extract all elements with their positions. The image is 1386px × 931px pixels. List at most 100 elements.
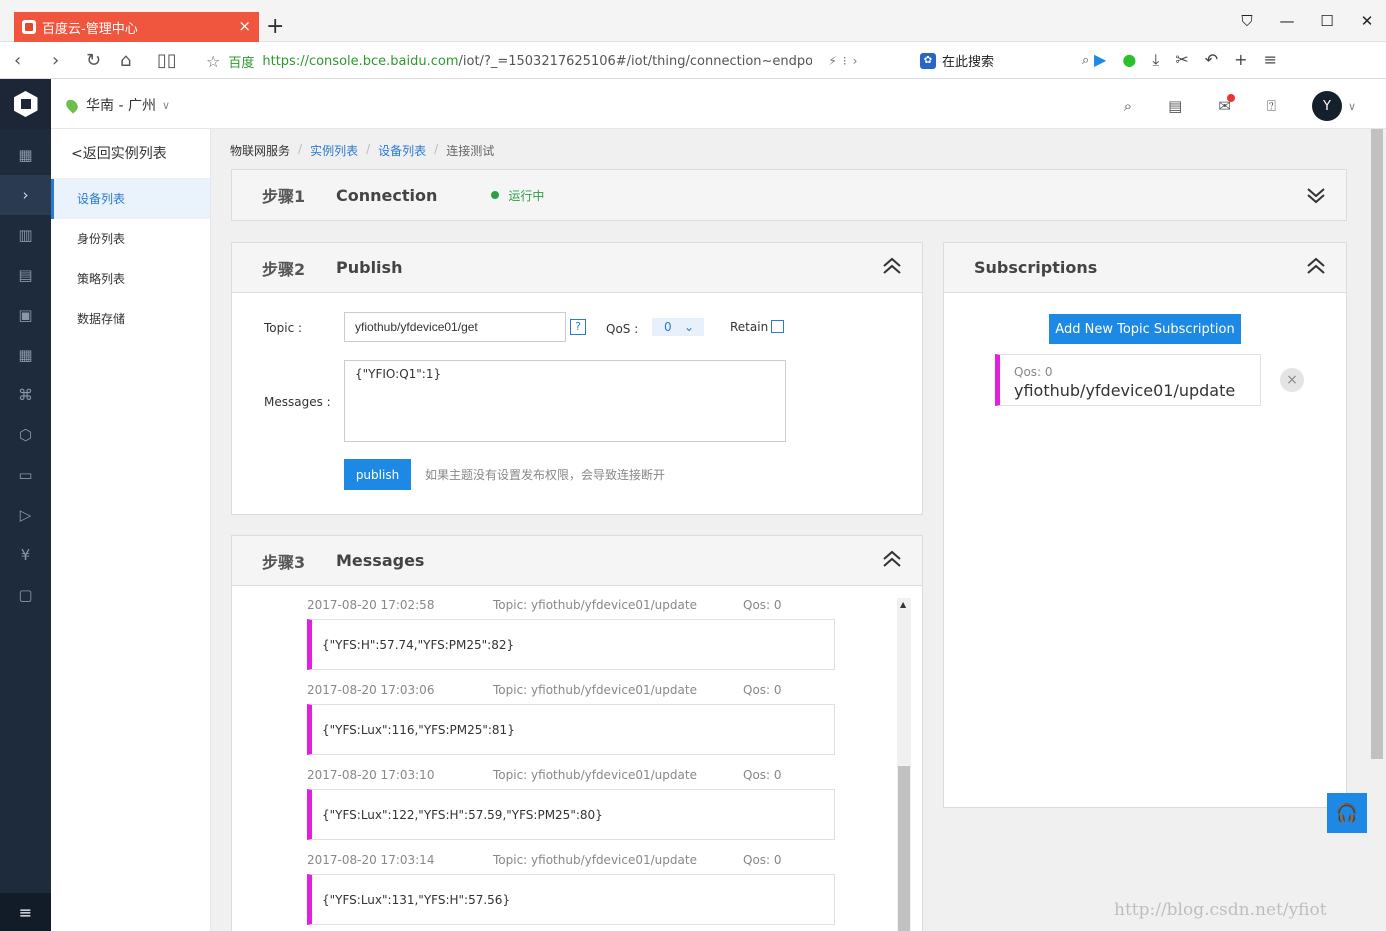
message-textarea[interactable]: {"YFIO:Q1":1} — [344, 360, 786, 442]
message-qos: Qos: 0 — [743, 683, 782, 697]
home-icon[interactable]: ⌂ — [120, 50, 131, 71]
message-payload: {"YFS:H":57.74,"YFS:PM25":82} — [307, 619, 835, 670]
browser-tab[interactable]: 百度云-管理中心 × — [14, 12, 259, 42]
breadcrumb-devices-link[interactable]: 设备列表 — [378, 142, 426, 159]
wechat-icon[interactable]: ● — [1122, 50, 1136, 70]
status-dot — [491, 191, 500, 199]
minimize-icon[interactable]: — — [1278, 12, 1296, 30]
publish-panel-header[interactable]: 步骤2 Publish — [232, 243, 922, 293]
step-number: 步骤2 — [262, 259, 306, 279]
page-scrollbar[interactable] — [1368, 129, 1386, 931]
undo-icon[interactable]: ↶ — [1205, 50, 1218, 70]
product-sidebar: ▦ › ▥ ▤ ▣ ▦ ⌘ ⬡ ▭ ▷ ¥ ▢ ≡ — [0, 79, 51, 931]
download-icon[interactable]: ⤓ — [1152, 50, 1159, 70]
breadcrumb-instances-link[interactable]: 实例列表 — [310, 142, 358, 159]
browser-toolbar: ▶ ● ⤓ ✂ ↶ + ≡ — [1094, 50, 1277, 70]
forward-icon[interactable]: › — [52, 50, 59, 71]
back-icon[interactable]: ‹ — [14, 50, 21, 71]
search-icon[interactable]: ⌕ — [1124, 97, 1132, 115]
topic-label: Topic : — [264, 321, 303, 335]
scroll-up-icon[interactable]: ▲ — [900, 600, 906, 609]
messages-title: Messages — [336, 551, 425, 570]
retain-checkbox[interactable] — [771, 320, 784, 333]
box-icon[interactable]: ▢ — [0, 575, 51, 615]
message-meta: 2017-08-20 17:02:58 Topic: yfiothub/yfde… — [307, 598, 782, 612]
chevron-down-icon: ⌄ — [683, 320, 694, 334]
yen-icon[interactable]: ¥ — [0, 535, 51, 575]
frame-icon[interactable]: ▣ — [0, 295, 51, 335]
remove-subscription-icon[interactable]: × — [1280, 368, 1304, 392]
url-tools-icon[interactable]: ⚡⁝› — [828, 54, 863, 68]
skin-icon[interactable]: ⛉ — [1238, 12, 1256, 30]
subscriptions-panel: Subscriptions Add New Topic Subscription… — [943, 242, 1347, 808]
expand-chevron-icon[interactable] — [1306, 185, 1326, 205]
user-menu[interactable]: Y ∨ — [1311, 91, 1356, 121]
qos-select[interactable]: 0 ⌄ — [652, 318, 704, 336]
message-payload: {"YFS:Lux":131,"YFS:H":57.56} — [307, 874, 835, 925]
cube-icon[interactable]: ⬡ — [0, 415, 51, 455]
collapse-chevron-icon[interactable] — [1306, 257, 1326, 277]
expand-icon[interactable]: › — [0, 175, 51, 215]
search-icon[interactable]: ⌕ — [1082, 53, 1089, 68]
scrollbar-thumb[interactable] — [898, 766, 910, 931]
reader-icon[interactable]: ▯▯ — [157, 50, 177, 71]
close-window-icon[interactable]: ✕ — [1358, 12, 1376, 30]
qos-value: 0 — [664, 320, 672, 334]
menu-icon[interactable]: ≡ — [1264, 50, 1277, 70]
document-icon[interactable]: ▤ — [0, 255, 51, 295]
scissors-icon[interactable]: ✂ — [1175, 50, 1188, 70]
help-doc-icon[interactable]: ⍰ — [1267, 97, 1276, 115]
customer-service-headset-icon[interactable]: 🎧 — [1327, 793, 1367, 833]
camera-icon[interactable]: ▭ — [0, 455, 51, 495]
notification-dot — [1226, 94, 1235, 102]
region-selector[interactable]: 华南 - 广州 ∨ — [63, 95, 170, 115]
topic-input[interactable] — [344, 312, 566, 342]
collapse-chevron-icon[interactable] — [882, 550, 902, 570]
command-icon[interactable]: ⌘ — [0, 375, 51, 415]
browser-addressbar: ‹ › ↻ ⌂ ▯▯ ☆ 百度 https://console.bce.baid… — [0, 42, 1386, 79]
subnav-item-identities[interactable]: 身份列表 — [51, 219, 210, 259]
url-text[interactable]: https://console.bce.baidu.com/iot/?_=150… — [262, 54, 812, 69]
add-icon[interactable]: + — [1234, 50, 1247, 70]
new-tab-button[interactable]: + — [266, 14, 284, 40]
bookmark-star-icon[interactable]: ☆ — [206, 52, 220, 71]
play-icon[interactable]: ▷ — [0, 495, 51, 535]
url-bar[interactable]: ☆ 百度 https://console.bce.baidu.com/iot/?… — [206, 49, 906, 73]
messages-panel-header[interactable]: 步骤3 Messages — [232, 536, 922, 586]
subnav-item-storage[interactable]: 数据存储 — [51, 299, 210, 339]
header-icons: ⌕ ▤ ✉ ⍰ Y ∨ — [1124, 91, 1356, 121]
baidu-cloud-logo[interactable] — [0, 79, 51, 129]
message-time: 2017-08-20 17:03:06 — [307, 683, 435, 697]
region-label: 华南 - 广州 — [86, 98, 156, 114]
tab-close-icon[interactable]: × — [238, 17, 251, 35]
sub-navigation: <返回实例列表 设备列表 身份列表 策略列表 数据存储 — [51, 129, 211, 931]
collapse-chevron-icon[interactable] — [882, 257, 902, 277]
building-icon[interactable]: ▥ — [0, 215, 51, 255]
subnav-item-devices[interactable]: 设备列表 — [51, 179, 210, 219]
messages-scrollbar[interactable]: ▲ — [897, 598, 911, 931]
breadcrumb: 物联网服务 / 实例列表 / 设备列表 / 连接测试 — [230, 142, 494, 159]
add-subscription-button[interactable]: Add New Topic Subscription — [1049, 314, 1241, 344]
message-payload: {"YFS:Lux":116,"YFS:PM25":81} — [307, 704, 835, 755]
video-icon[interactable]: ▶ — [1094, 50, 1106, 70]
status-text: 运行中 — [508, 188, 545, 203]
dashboard-icon[interactable]: ▦ — [0, 135, 51, 175]
breadcrumb-separator: / — [434, 142, 439, 156]
subnav-item-policies[interactable]: 策略列表 — [51, 259, 210, 299]
reload-icon[interactable]: ↻ — [86, 50, 101, 71]
publish-button[interactable]: publish — [344, 459, 411, 490]
orders-icon[interactable]: ▤ — [1168, 97, 1182, 115]
message-topic: Topic: yfiothub/yfdevice01/update — [493, 768, 697, 782]
messages-label: Messages : — [264, 395, 331, 409]
topic-help-icon[interactable]: ? — [570, 319, 586, 335]
message-time: 2017-08-20 17:03:10 — [307, 768, 435, 782]
connection-panel-header[interactable]: 步骤1 Connection 运行中 — [232, 170, 1346, 220]
maximize-icon[interactable]: ☐ — [1318, 12, 1336, 30]
menu-toggle-icon[interactable]: ≡ — [0, 893, 51, 931]
back-to-instances-link[interactable]: <返回实例列表 — [51, 129, 210, 179]
grid-icon[interactable]: ▦ — [0, 335, 51, 375]
subscriptions-panel-header[interactable]: Subscriptions — [944, 243, 1346, 293]
search-engine[interactable]: ✿ 在此搜索 ⌕ — [920, 51, 1089, 70]
page-scrollbar-thumb[interactable] — [1371, 129, 1383, 759]
messages-icon[interactable]: ✉ — [1218, 94, 1235, 115]
